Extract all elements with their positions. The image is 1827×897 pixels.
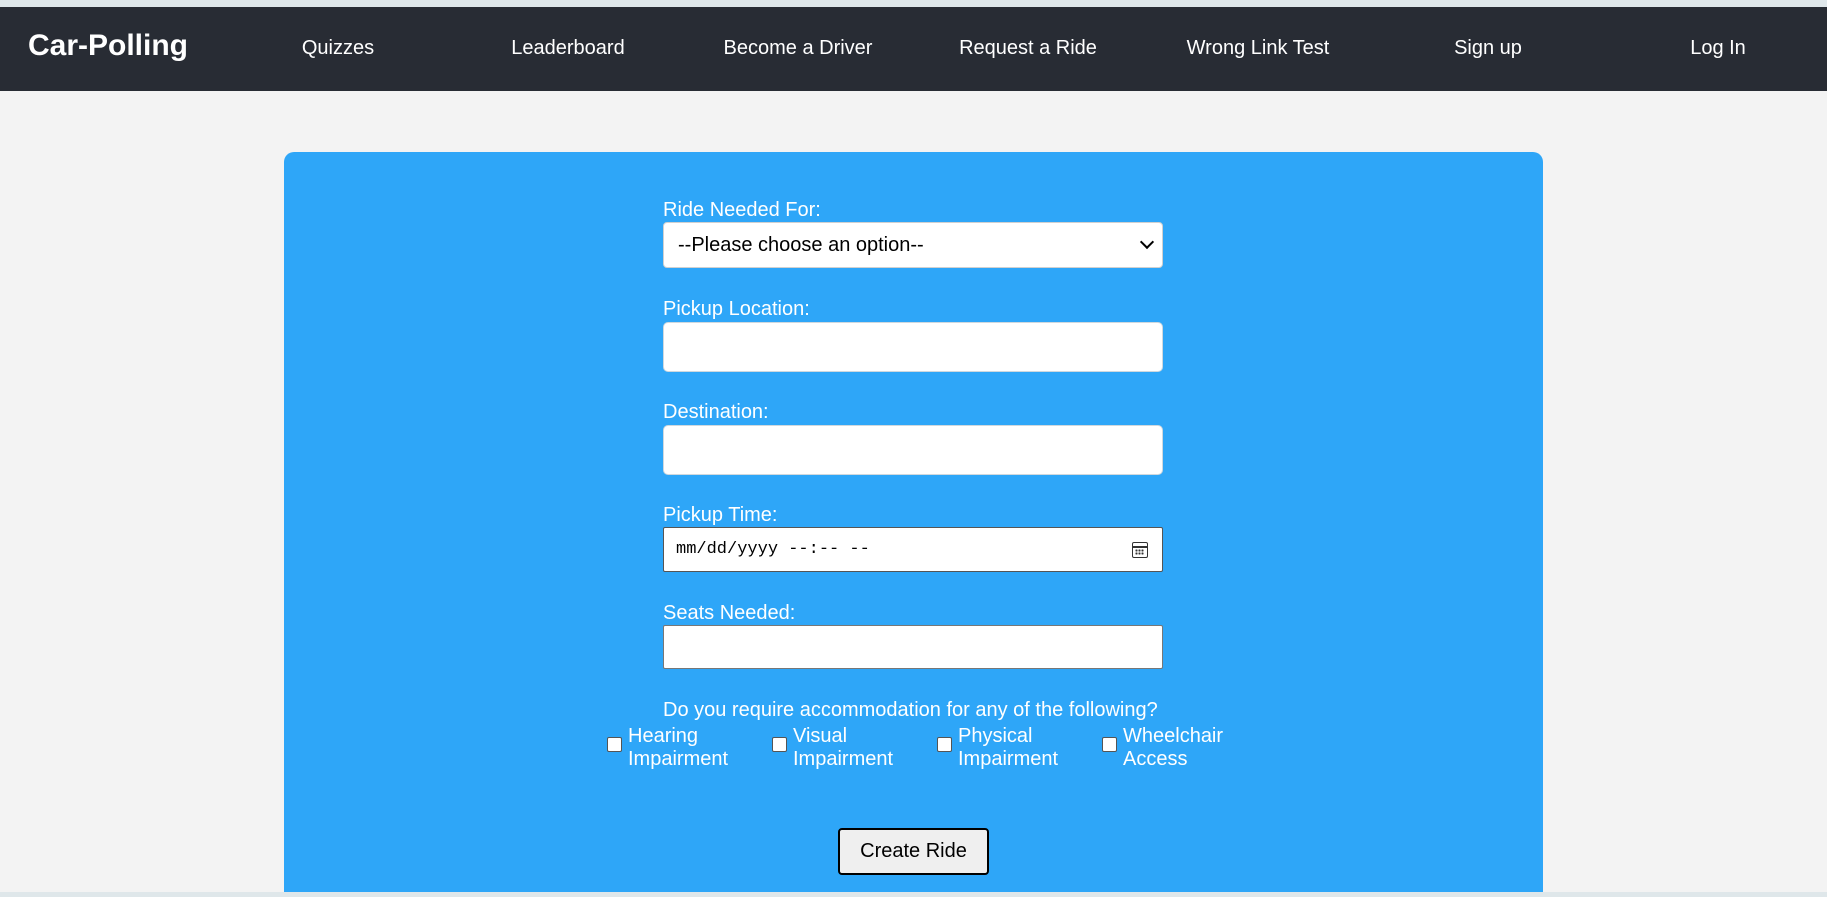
browser-viewport: Car-Polling Quizzes Leaderboard Become a… xyxy=(0,7,1827,892)
pickup-location-label: Pickup Location: xyxy=(663,298,810,320)
accommodation-visual[interactable]: Visual Impairment xyxy=(772,725,913,771)
accommodation-hearing[interactable]: Hearing Impairment xyxy=(607,725,748,771)
seats-needed-label: Seats Needed: xyxy=(663,602,796,624)
visual-checkbox[interactable] xyxy=(772,737,787,752)
nav-link-wrong-link-test[interactable]: Wrong Link Test xyxy=(1187,37,1330,60)
ride-for-select[interactable]: --Please choose an option-- xyxy=(663,222,1163,268)
physical-label: Physical Impairment xyxy=(958,725,1059,770)
hearing-checkbox[interactable] xyxy=(607,737,622,752)
nav-link-quizzes[interactable]: Quizzes xyxy=(302,37,374,60)
destination-input[interactable] xyxy=(663,425,1163,475)
create-ride-button[interactable]: Create Ride xyxy=(838,828,989,875)
physical-checkbox[interactable] xyxy=(937,737,952,752)
chevron-down-icon xyxy=(1139,234,1155,250)
wheelchair-checkbox[interactable] xyxy=(1102,737,1117,752)
accommodation-wheelchair[interactable]: Wheelchair Access xyxy=(1102,725,1243,771)
pickup-time-input[interactable]: mm/dd/yyyy --:-- -- xyxy=(663,527,1163,572)
nav-link-leaderboard[interactable]: Leaderboard xyxy=(511,37,624,60)
destination-label: Destination: xyxy=(663,401,769,423)
hearing-label: Hearing Impairment xyxy=(628,725,729,770)
seats-needed-input[interactable] xyxy=(663,625,1163,669)
wheelchair-label: Wheelchair Access xyxy=(1123,725,1224,770)
top-navbar: Car-Polling Quizzes Leaderboard Become a… xyxy=(0,7,1827,91)
brand-logo[interactable]: Car-Polling xyxy=(28,29,188,63)
accommodation-physical[interactable]: Physical Impairment xyxy=(937,725,1078,771)
visual-label: Visual Impairment xyxy=(793,725,894,770)
pickup-time-label: Pickup Time: xyxy=(663,504,778,526)
pickup-location-input[interactable] xyxy=(663,322,1163,372)
calendar-icon[interactable] xyxy=(1132,542,1148,558)
ride-for-label: Ride Needed For: xyxy=(663,199,821,221)
nav-link-sign-up[interactable]: Sign up xyxy=(1454,37,1522,60)
accommodation-question: Do you require accommodation for any of … xyxy=(663,699,1158,721)
nav-link-request-ride[interactable]: Request a Ride xyxy=(959,37,1097,60)
ride-for-selected-value: --Please choose an option-- xyxy=(678,233,924,256)
nav-link-log-in[interactable]: Log In xyxy=(1690,37,1746,60)
pickup-time-placeholder: mm/dd/yyyy --:-- -- xyxy=(676,540,870,559)
nav-link-become-driver[interactable]: Become a Driver xyxy=(724,37,873,60)
request-ride-form-card: Ride Needed For: --Please choose an opti… xyxy=(284,152,1543,892)
